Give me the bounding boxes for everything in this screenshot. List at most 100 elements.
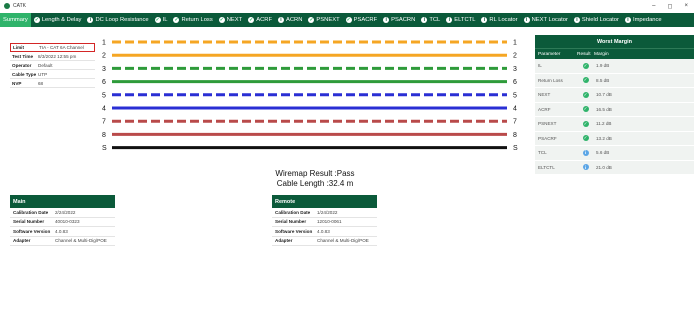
tab-label: PSACRN [391,17,416,23]
remote-adapter-label: Adapter [275,238,293,244]
tab-il[interactable]: ✓ IL [152,13,171,27]
worst-margin-row[interactable]: Return Loss ✓ 8.5 dB [535,73,694,88]
check-icon: ✓ [173,17,180,23]
remote-unit-title: Remote [272,195,377,208]
wiremap-pin-left: 4 [102,106,106,113]
wiremap-pin-left: S [102,145,107,152]
tab-eltctl[interactable]: i ELTCTL [443,13,478,27]
tab-next[interactable]: ✓ NEXT [216,13,245,27]
worst-margin-row[interactable]: ELTCTL i 21.0 dB [535,160,694,175]
tab-rl-locator[interactable]: i RL Locator [478,13,520,27]
nvp-row: NVP 68 [10,79,95,88]
parameter-name: NEXT [538,92,551,98]
minimize-icon[interactable]: – [652,3,655,10]
test-info-panel: Limit TIA - CAT 6A Channel Test Time 8/3… [10,43,95,88]
worst-margin-row[interactable]: IL ✓ 1.9 dB [535,59,694,74]
main-adapter-value: Channel & Multi-Dig/POE [55,238,107,244]
test-time-row: Test Time 8/3/2022 12:55 pm [10,52,95,61]
limit-row: Limit TIA - CAT 6A Channel [10,43,95,52]
tab-acrn[interactable]: i ACRN [275,13,305,27]
worst-margin-row[interactable]: PSACRF ✓ 13.2 dB [535,131,694,146]
tab-length-delay[interactable]: ✓ Length & Delay [31,13,85,27]
tab-summary[interactable]: Summary [0,13,31,27]
operator-value: Default [38,62,53,68]
wiremap-pin-left: 8 [102,132,106,139]
parameter-name: PSNEXT [538,121,557,127]
wiremap-svg: 1 1 2 2 3 3 6 6 5 5 4 4 7 7 8 8 S S [102,40,518,153]
main-serial-label: Serial Number [13,219,45,225]
margin-value: 16.5 dB [596,106,612,112]
parameter-name: Return Loss [538,77,563,83]
main-cal-row: Calibration Date 2/24/2022 [10,208,115,218]
tab-psacrf[interactable]: ✓ PSACRF [343,13,381,27]
wiremap-pin-right: 1 [513,40,517,47]
worst-margin-row[interactable]: ACRF ✓ 16.5 dB [535,102,694,117]
wiremap-pin-right: 8 [513,132,517,139]
tab-label: Summary [3,17,28,23]
info-icon: i [446,17,453,23]
tab-dc-loop-resistance[interactable]: i DC Loop Resistance [84,13,151,27]
wiremap-result-text: Wiremap Result :Pass [275,169,355,178]
cable-length-text: Cable Length :32.4 m [276,179,354,188]
remote-sw-row: Software Version 4.0.83 [272,227,377,237]
remote-cal-label: Calibration Date [275,209,311,215]
result-cell: ✓ [577,62,594,69]
title-bar: CATK – ◻ × [0,0,694,12]
tab-label: TCL [429,17,441,23]
window-title: CATK [13,3,26,9]
wiremap-pin-right: 3 [513,66,517,73]
tab-return-loss[interactable]: ✓ Return Loss [170,13,215,27]
worst-margin-rows: IL ✓ 1.9 dB Return Loss ✓ 8.5 dB NEXT ✓ 10.7 dB A… [535,59,694,175]
main-sw-value: 4.0.83 [55,228,68,234]
nvp-value: 68 [38,80,44,86]
tab-tcl[interactable]: i TCL [418,13,443,27]
tab-label: ELTCTL [454,17,476,23]
tab-next-locator[interactable]: i NEXT Locator [521,13,571,27]
info-icon: i [277,17,284,23]
tab-impedance[interactable]: i Impedance [622,13,665,27]
tab-psacrn[interactable]: i PSACRN [380,13,418,27]
worst-margin-row[interactable]: TCL i 5.6 dB [535,146,694,161]
margin-value: 21.0 dB [596,164,612,170]
tab-label: NEXT [226,17,243,23]
wiremap-pin-left: 3 [102,66,106,73]
main-unit-title: Main [10,195,115,208]
result-cell: i [577,149,594,156]
tab-acrf[interactable]: ✓ ACRF [245,13,275,27]
tab-label: NEXT Locator [531,17,568,23]
pass-check-icon: ✓ [582,77,589,84]
worst-margin-row[interactable]: PSNEXT ✓ 11.2 dB [535,117,694,132]
margin-value: 8.5 dB [596,77,610,83]
col-result: Result [577,51,591,57]
maximize-icon[interactable]: ◻ [668,3,673,10]
check-icon: ✓ [154,17,161,23]
margin-value: 13.2 dB [596,135,612,141]
worst-margin-header: Parameter Result Margin [535,48,694,59]
remote-sw-label: Software Version [275,228,313,234]
cable-type-row: Cable Type UTP [10,70,95,79]
window-controls: – ◻ × [652,3,688,10]
cable-type-value: UTP [38,71,48,77]
tab-shield-locator[interactable]: i Shield Locator [571,13,622,27]
operator-label: Operator [12,62,32,68]
info-icon: i [582,164,589,171]
margin-value: 1.9 dB [596,63,610,69]
worst-margin-row[interactable]: NEXT ✓ 10.7 dB [535,88,694,103]
remote-serial-label: Serial Number [275,219,307,225]
main-sw-label: Software Version [13,228,51,234]
result-cell: ✓ [577,91,594,98]
wiremap-pin-right: 6 [513,79,517,86]
close-icon[interactable]: × [684,3,688,10]
tab-label: RL Locator [489,17,518,23]
parameter-name: IL [538,63,542,69]
parameter-name: ACRF [538,106,551,112]
pass-check-icon: ✓ [582,91,589,98]
tab-label: PSNEXT [316,17,340,23]
main-cal-value: 2/24/2022 [55,209,76,215]
main-serial-value: 40010-0323 [55,219,80,225]
result-cell: i [577,164,594,171]
test-time-value: 8/3/2022 12:55 pm [38,53,77,59]
remote-serial-row: Serial Number 12010-0061 [272,218,377,227]
tab-psnext[interactable]: ✓ PSNEXT [305,13,342,27]
result-cell: ✓ [577,135,594,142]
